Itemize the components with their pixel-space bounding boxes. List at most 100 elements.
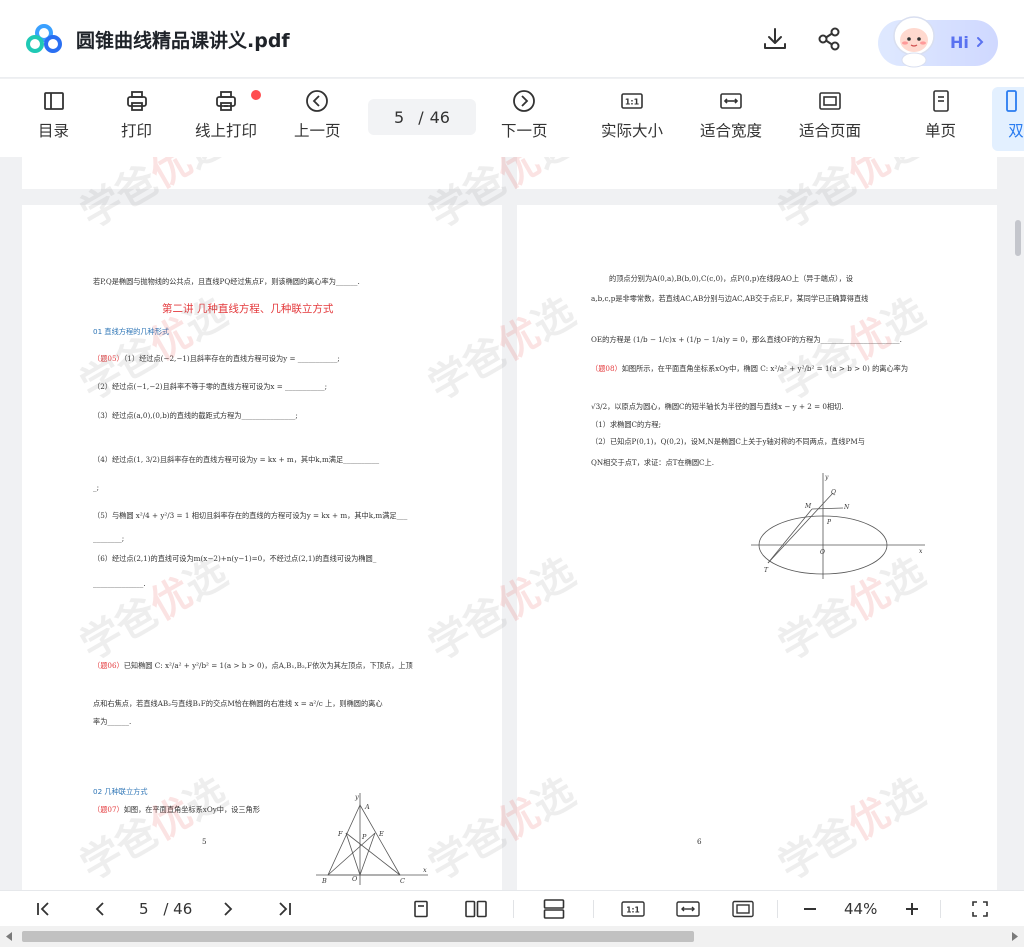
plus-icon [906, 903, 918, 915]
fullscreen-icon [972, 901, 988, 917]
page-number-input[interactable]: 5 / 46 [368, 99, 476, 135]
vertical-scrollbar-thumb[interactable] [1015, 220, 1021, 256]
fit-width-button[interactable]: 适合宽度 [700, 89, 762, 149]
q08-part3: QN相交于点T，求证：点T在椭圆C上. [591, 458, 714, 467]
separator [777, 900, 778, 918]
chevron-right-icon [224, 902, 233, 916]
q06-tag: （题06） [93, 661, 124, 670]
fig5-label-y: y [354, 793, 359, 801]
first-page-button[interactable] [34, 899, 54, 919]
next-page-button[interactable]: 下一页 [501, 89, 548, 149]
viewer-toolbar: 目录 打印 线上打印 上一页 5 / 46 下一页 1:1 实际大小 适合宽度 … [0, 79, 1024, 157]
zoom-out-button[interactable] [800, 899, 820, 919]
q08-part1: （1）求椭圆C的方程; [591, 420, 661, 429]
toc-label: 目录 [38, 122, 70, 140]
q05-tag: （题05） [93, 354, 124, 363]
double-page-icon [1006, 90, 1017, 112]
continuous-scroll-icon [543, 899, 565, 919]
share-icon[interactable] [814, 24, 844, 54]
fig5-label-P: P [361, 833, 367, 841]
chevron-left-icon [95, 902, 104, 916]
q05-part6: （6）经过点(2,1)的直线可设为m(x−2)+n(y−1)=0，不经过点(2,… [93, 554, 377, 563]
fig5-label-B: B [321, 877, 327, 885]
q05-part3: （3）经过点(a,0),(0,b)的直线的截距式方程为_____________… [93, 411, 298, 420]
actual-size-bottom-button[interactable]: 1:1 [621, 899, 645, 919]
bottom-toolbar: 5 / 46 1:1 44% [0, 890, 1024, 926]
fit-width-icon [720, 93, 742, 109]
p6-line-2: a,b,c,p是非零常数，若直线AC,AB分别与边AC,AB交于点E,F，某同学… [591, 294, 869, 303]
bottom-total-pages: 46 [173, 900, 193, 918]
separator [940, 900, 941, 918]
q06-text-a: 已知椭圆 C: x²/a² + y²/b² = 1(a > b > 0)，点A,… [123, 661, 413, 670]
printer-icon [126, 91, 147, 111]
double-page-label: 双 [1008, 122, 1024, 140]
q08-text-b: √3/2，以原点为圆心，椭圆C的短半轴长为半径的圆与直线x − y + 2 = … [591, 402, 844, 411]
next-page-bottom-button[interactable] [218, 899, 238, 919]
online-print-button[interactable]: 线上打印 [195, 89, 257, 149]
single-page-button[interactable]: 单页 [925, 89, 956, 149]
zoom-level[interactable]: 44% [844, 900, 877, 918]
q05-part5: （5）与椭圆 x²/4 + y²/3 = 1 相切且斜率存在的直线的方程可设为y… [93, 511, 408, 520]
actual-size-icon: 1:1 [621, 93, 643, 109]
scroll-left-arrow-icon[interactable] [6, 932, 14, 941]
q05-part6-cont: ______________. [93, 579, 146, 588]
single-page-view-button[interactable] [411, 899, 431, 919]
fit-page-label: 适合页面 [799, 122, 862, 140]
fig6-label-Q: Q [831, 489, 836, 496]
q08-text-a: 如图所示，在平面直角坐标系xOy中，椭圆 C: x²/a² + y²/b² = … [621, 364, 909, 373]
zoom-in-button[interactable] [902, 899, 922, 919]
triangle-figure: y x A B C O E F P [316, 793, 428, 885]
fullscreen-button[interactable] [970, 899, 990, 919]
separator [513, 900, 514, 918]
last-page-button[interactable] [274, 899, 294, 919]
svg-text:1:1: 1:1 [626, 906, 639, 915]
title-bar: 圆锥曲线精品课讲义.pdf Hi [0, 0, 1024, 78]
fit-page-icon [732, 900, 754, 918]
ellipse-figure: y x Q P M N O T [751, 473, 925, 579]
horizontal-scrollbar-thumb[interactable] [22, 931, 694, 942]
download-icon[interactable] [760, 24, 790, 54]
fit-page-bottom-button[interactable] [731, 899, 755, 919]
intro-question: 若P,Q是椭圆与抛物线的公共点，且直线PQ经过焦点F，则该椭圆的离心率为____… [93, 277, 360, 286]
fig5-label-F: F [337, 830, 343, 838]
fig6-label-N: N [843, 504, 850, 511]
fig6-label-M: M [804, 503, 812, 510]
fit-width-icon [676, 901, 700, 917]
horizontal-scrollbar[interactable] [0, 926, 1024, 947]
fig5-label-A: A [364, 803, 370, 811]
single-page-view-icon [414, 900, 428, 918]
document-viewer[interactable]: 若P,Q是椭圆与抛物线的公共点，且直线PQ经过焦点F，则该椭圆的离心率为____… [0, 157, 1024, 890]
q06-text-b: 点和右焦点，若直线AB₂与直线B₁F的交点M恰在椭圆的右准线 x = a²/c … [93, 699, 383, 708]
next-page-label: 下一页 [501, 122, 548, 140]
prev-page-label: 上一页 [294, 122, 341, 140]
toc-button[interactable]: 目录 [38, 89, 69, 149]
print-button[interactable]: 打印 [121, 89, 152, 149]
fit-page-button[interactable]: 适合页面 [799, 89, 861, 149]
continuous-scroll-button[interactable] [543, 899, 565, 919]
toc-icon [43, 92, 64, 110]
q06-line-1: （题06）已知椭圆 C: x²/a² + y²/b² = 1(a > b > 0… [93, 662, 413, 669]
scroll-right-arrow-icon[interactable] [1010, 932, 1018, 941]
prev-page-button[interactable]: 上一页 [294, 89, 341, 149]
bottom-page-indicator[interactable]: 5 / 46 [139, 900, 192, 918]
double-page-button[interactable]: 双 [1004, 89, 1024, 149]
double-page-view-button[interactable] [465, 899, 487, 919]
fig6-label-x: x [919, 548, 923, 555]
current-page: 5 [394, 107, 405, 127]
fig5-label-C: C [400, 877, 405, 885]
double-page-view-icon [465, 900, 487, 918]
fig6-label-y: y [824, 474, 829, 481]
p6-line-1: 的顶点分别为A(0,a),B(b,0),C(c,0)，点P(0,p)在线段AO上… [609, 274, 853, 283]
lecture-title: 第二讲 几种直线方程、几种联立方式 [162, 303, 334, 315]
fit-width-bottom-button[interactable] [676, 899, 700, 919]
notification-dot [251, 90, 261, 100]
page-number-5: 5 [202, 837, 207, 846]
actual-size-label: 实际大小 [601, 122, 664, 140]
app-logo-icon [26, 24, 62, 53]
section-01-heading: 01 直线方程的几种形式 [93, 327, 170, 336]
file-title: 圆锥曲线精品课讲义.pdf [76, 30, 290, 52]
actual-size-button[interactable]: 1:1 实际大小 [601, 89, 663, 149]
assistant-label: Hi [950, 33, 969, 52]
last-page-icon [279, 902, 291, 916]
prev-page-bottom-button[interactable] [90, 899, 110, 919]
